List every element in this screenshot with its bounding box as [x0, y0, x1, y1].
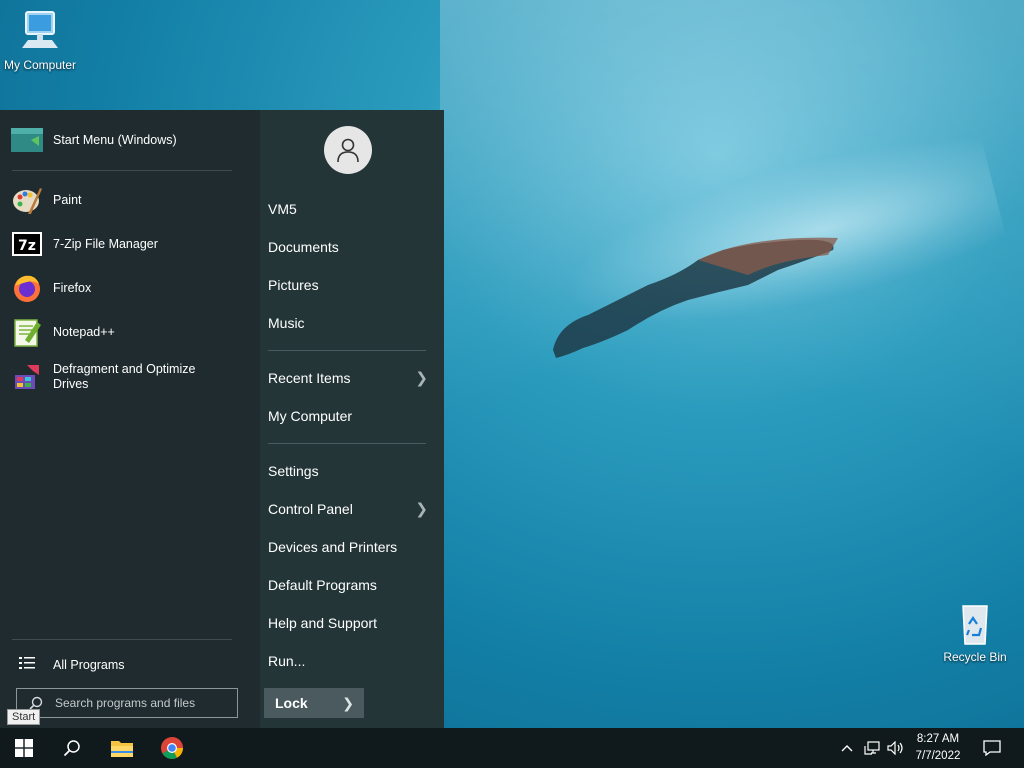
all-programs-label: All Programs	[53, 658, 125, 672]
list-icon	[19, 656, 39, 675]
my-computer-link-label: My Computer	[268, 408, 353, 424]
file-explorer-button[interactable]	[98, 728, 146, 768]
music-label: Music	[268, 315, 305, 331]
taskbar: 8:27 AM 7/7/2022	[0, 728, 1024, 768]
program-item-firefox[interactable]: Firefox	[0, 268, 260, 308]
network-icon	[864, 741, 880, 755]
lock-label: Lock	[275, 695, 308, 711]
search-box[interactable]	[16, 688, 238, 718]
program-label: Notepad++	[53, 324, 115, 339]
user-icon	[337, 138, 359, 163]
chrome-icon	[161, 737, 183, 759]
action-center-button[interactable]	[980, 728, 1004, 768]
settings-label: Settings	[268, 463, 319, 479]
start-menu-app-icon	[11, 124, 43, 156]
user-name: VM5	[268, 201, 297, 217]
clock-time: 8:27 AM	[916, 733, 960, 745]
start-menu-places-pane: VM5 Documents Pictures Music Recent Item…	[260, 110, 444, 728]
chevron-right-icon: ❯	[415, 370, 428, 387]
my-computer-label: My Computer	[3, 58, 77, 72]
all-programs-button[interactable]: All Programs	[0, 650, 260, 680]
divider	[268, 350, 426, 351]
program-item-paint[interactable]: Paint	[0, 180, 260, 220]
clock[interactable]: 8:27 AM 7/7/2022	[900, 731, 976, 765]
search-button[interactable]	[48, 728, 96, 768]
my-computer-desktop-icon[interactable]: My Computer	[0, 8, 80, 72]
recycle-bin-desktop-icon[interactable]: Recycle Bin	[935, 600, 1015, 664]
start-menu-header-label: Start Menu (Windows)	[53, 132, 177, 147]
start-button[interactable]	[0, 728, 48, 768]
divider	[268, 443, 426, 444]
recycle-bin-label: Recycle Bin	[943, 650, 1007, 664]
notification-icon	[983, 740, 1001, 756]
chevron-right-icon: ❯	[415, 501, 428, 518]
control-panel-link[interactable]: Control Panel ❯	[268, 493, 436, 525]
defrag-icon	[11, 361, 43, 393]
start-tooltip: Start	[7, 709, 41, 725]
svg-text:7z: 7z	[18, 238, 36, 254]
program-item-defrag[interactable]: Defragment and Optimize Drives	[0, 356, 260, 398]
divider	[12, 639, 232, 640]
recent-items-link[interactable]: Recent Items ❯	[268, 362, 436, 394]
search-icon	[63, 740, 80, 757]
recycle-bin-icon	[962, 605, 988, 645]
default-programs-link[interactable]: Default Programs	[268, 569, 436, 601]
devices-printers-label: Devices and Printers	[268, 539, 398, 555]
start-menu: Start Menu (Windows) Paint 7z 7-Zip File…	[0, 110, 444, 728]
music-link[interactable]: Music	[268, 307, 436, 339]
chevron-up-icon	[841, 745, 853, 752]
chevron-right-icon[interactable]: ❯	[342, 695, 354, 712]
start-menu-programs-pane: Start Menu (Windows) Paint 7z 7-Zip File…	[0, 110, 260, 728]
clock-date: 7/7/2022	[915, 750, 961, 762]
documents-link[interactable]: Documents	[268, 231, 436, 263]
recent-items-label: Recent Items	[268, 370, 351, 386]
search-input[interactable]	[53, 695, 227, 711]
my-computer-link[interactable]: My Computer	[268, 400, 436, 432]
devices-printers-link[interactable]: Devices and Printers	[268, 531, 436, 563]
program-label: Defragment and Optimize Drives	[53, 362, 196, 391]
help-support-label: Help and Support	[268, 615, 377, 631]
start-menu-header[interactable]: Start Menu (Windows)	[0, 120, 260, 160]
chrome-button[interactable]	[148, 728, 196, 768]
firefox-icon	[11, 272, 43, 304]
control-panel-label: Control Panel	[268, 501, 353, 517]
notepad-plus-plus-icon	[11, 316, 43, 348]
show-hidden-icons-button[interactable]	[837, 728, 857, 768]
divider	[12, 170, 232, 171]
program-label: Paint	[53, 192, 82, 207]
program-item-7zip[interactable]: 7z 7-Zip File Manager	[0, 224, 260, 264]
run-link[interactable]: Run...	[268, 645, 436, 677]
pictures-link[interactable]: Pictures	[268, 269, 436, 301]
user-name-link[interactable]: VM5	[268, 193, 436, 225]
default-programs-label: Default Programs	[268, 577, 377, 593]
7zip-icon: 7z	[11, 228, 43, 260]
folder-icon	[111, 741, 133, 757]
network-button[interactable]	[860, 728, 884, 768]
program-label: 7-Zip File Manager	[53, 236, 158, 251]
program-label: Firefox	[53, 280, 92, 295]
lock-button[interactable]: Lock ❯	[264, 688, 364, 718]
monitor-icon	[22, 11, 58, 48]
pictures-label: Pictures	[268, 277, 319, 293]
search-icon	[29, 696, 45, 710]
documents-label: Documents	[268, 239, 339, 255]
help-support-link[interactable]: Help and Support	[268, 607, 436, 639]
settings-link[interactable]: Settings	[268, 455, 436, 487]
run-label: Run...	[268, 653, 306, 669]
user-avatar[interactable]	[324, 126, 372, 174]
windows-logo-icon	[15, 739, 33, 757]
paint-icon	[11, 184, 43, 216]
wallpaper-diver	[553, 237, 838, 358]
program-item-notepad-plus-plus[interactable]: Notepad++	[0, 312, 260, 352]
